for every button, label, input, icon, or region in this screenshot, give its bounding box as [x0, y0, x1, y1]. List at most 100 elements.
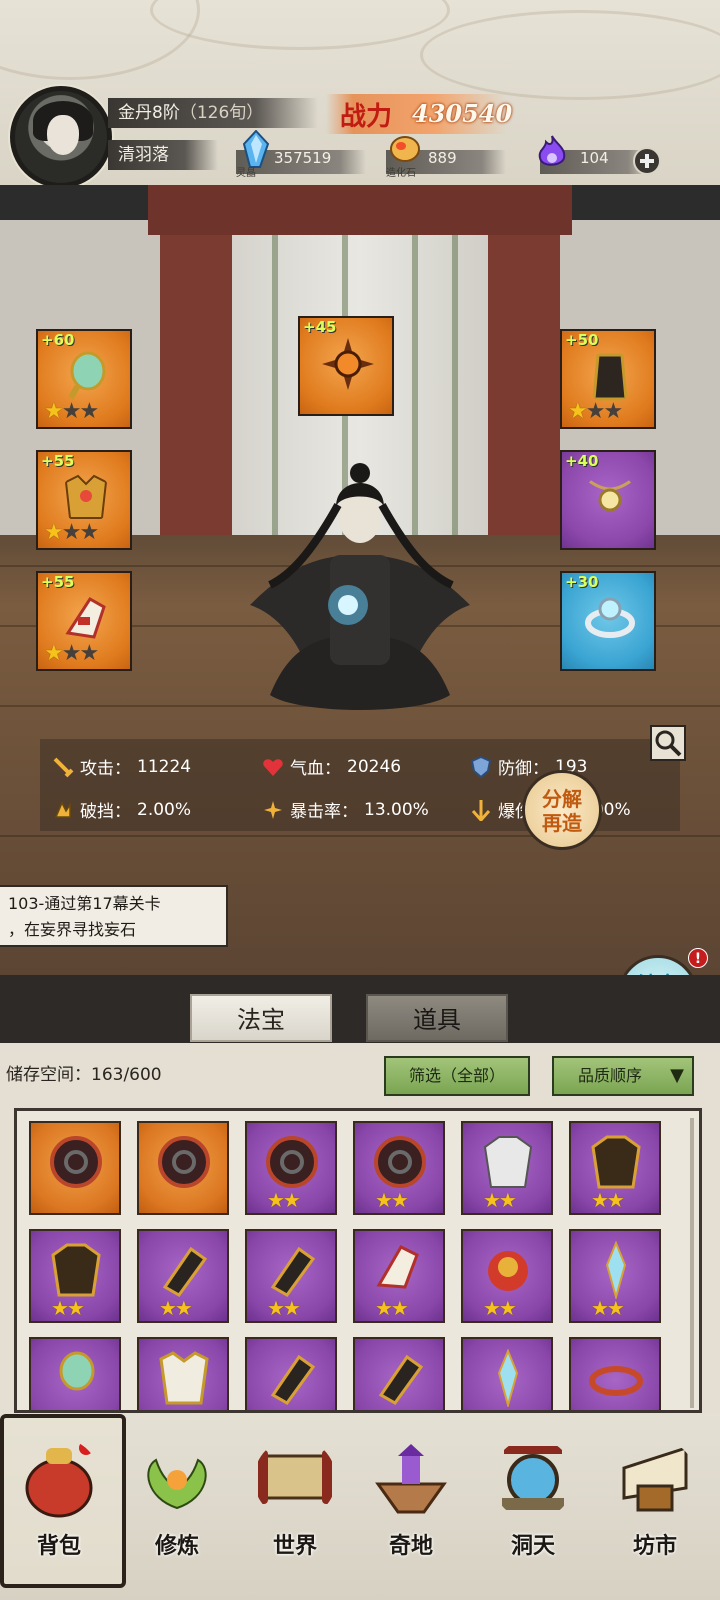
equip-slot-mirror[interactable]: +60 ★★★	[36, 329, 132, 429]
boots-icon	[376, 1245, 419, 1289]
player-avatar[interactable]	[10, 86, 112, 188]
player-name: 清羽落	[118, 145, 169, 165]
star-rating: ★★	[483, 1296, 517, 1320]
equip-level: +55	[41, 452, 75, 470]
mirror-icon	[65, 351, 106, 403]
star-rating: ★★	[267, 1296, 301, 1320]
age-label: （126旬）	[179, 103, 264, 123]
nav-label: 洞天	[510, 1533, 555, 1559]
inventory-item[interactable]: ★★	[461, 1229, 553, 1323]
nav-label: 世界	[272, 1533, 317, 1559]
inventory-item[interactable]	[29, 1337, 121, 1410]
combat-power-label: 战力	[340, 102, 393, 132]
equip-slot-bracer[interactable]: +50 ★★★	[560, 329, 656, 429]
inventory-item[interactable]	[137, 1121, 229, 1215]
notification-badge: !	[688, 948, 708, 968]
nav-item-qidi[interactable]: 奇地	[356, 1428, 466, 1588]
tab-fabao[interactable]: 法宝	[190, 994, 332, 1042]
equip-slot-pendant[interactable]: +40	[560, 450, 656, 550]
pillar-right	[488, 235, 560, 535]
equip-level: +45	[303, 318, 337, 336]
shield-icon	[470, 755, 492, 778]
nav-item-beibao[interactable]: 背包	[0, 1414, 126, 1588]
equip-level: +55	[41, 573, 75, 591]
resource-creation-stone: 889 造化石	[386, 136, 516, 179]
star-rating: ★★★	[44, 641, 99, 666]
resource-spirit-crystal: 357519 灵晶	[236, 130, 366, 179]
add-currency-button[interactable]	[632, 146, 662, 176]
pendant-icon	[587, 478, 633, 512]
stat-attack: 攻击： 11224	[52, 754, 191, 779]
armor-icon	[159, 1351, 209, 1405]
crit-damage-icon	[471, 799, 491, 821]
equip-slot-boots[interactable]: +55 ★★★	[36, 571, 132, 671]
star-rating: ★★	[591, 1296, 625, 1320]
tab-daoju[interactable]: 道具	[366, 994, 508, 1042]
equip-level: +40	[565, 452, 599, 470]
sort-label: 品质顺序	[577, 1066, 642, 1085]
nav-item-dongtian[interactable]: 洞天	[478, 1428, 588, 1588]
decompose-button[interactable]: 分解 再造	[522, 770, 602, 850]
inventory-item[interactable]: ★★	[353, 1121, 445, 1215]
nav-item-xiulian[interactable]: 修炼	[122, 1428, 232, 1588]
tab-bar	[0, 975, 720, 1043]
inventory-item[interactable]	[29, 1121, 121, 1215]
crit-icon	[264, 800, 282, 819]
inventory-item[interactable]: ★★	[137, 1229, 229, 1323]
realm-label: 金丹8阶	[118, 103, 180, 123]
nav-label: 坊市	[632, 1533, 677, 1559]
inventory-item[interactable]	[461, 1337, 553, 1410]
wheel-icon	[50, 1136, 102, 1188]
resource-caption: 造化石	[386, 168, 416, 179]
star-rating: ★★	[267, 1188, 301, 1212]
equip-level: +30	[565, 573, 599, 591]
break-icon	[54, 800, 71, 818]
scroll-map-icon	[258, 1450, 332, 1504]
ring-icon	[589, 1366, 643, 1396]
equip-level: +50	[565, 331, 599, 349]
stat-value: 2.00%	[137, 799, 192, 820]
bracer-icon	[378, 1354, 424, 1405]
wheel-icon	[158, 1136, 210, 1188]
inventory-item[interactable]: ★★	[245, 1121, 337, 1215]
magnifier-icon[interactable]	[650, 725, 686, 761]
crystal-crown-icon	[497, 1349, 519, 1407]
star-rating: ★★★	[44, 399, 99, 424]
equip-slot-talisman[interactable]: +45	[298, 316, 394, 416]
star-rating: ★★	[591, 1188, 625, 1212]
equip-level: +60	[41, 331, 75, 349]
star-rating: ★★	[375, 1188, 409, 1212]
nav-item-shijie[interactable]: 世界	[240, 1428, 350, 1588]
inventory-item[interactable]: ★★	[245, 1229, 337, 1323]
nav-item-fangshi[interactable]: 坊市	[600, 1428, 710, 1588]
inventory-item[interactable]: ★★	[353, 1229, 445, 1323]
inventory-item[interactable]	[569, 1337, 661, 1410]
stat-label: 攻击：	[80, 759, 131, 779]
storage-label: 储存空间：	[6, 1065, 91, 1085]
star-rating: ★★	[159, 1296, 193, 1320]
inventory-item[interactable]: ★★	[29, 1229, 121, 1323]
door-beam	[148, 185, 572, 235]
storage-capacity: 储存空间：163/600	[6, 1060, 162, 1085]
resource-value: 104	[580, 149, 609, 167]
resource-value: 357519	[274, 149, 332, 167]
filter-dropdown[interactable]: 筛选（全部）	[384, 1056, 530, 1096]
sort-dropdown[interactable]: 品质顺序 ▼	[552, 1056, 694, 1096]
inventory-scrollbar[interactable]	[690, 1118, 694, 1408]
inventory-item[interactable]	[137, 1337, 229, 1410]
wheel-icon	[266, 1136, 318, 1188]
talisman-icon	[322, 338, 374, 390]
inventory-item[interactable]: ★★	[569, 1229, 661, 1323]
inventory-item[interactable]: ★★	[569, 1121, 661, 1215]
inventory-item[interactable]	[353, 1337, 445, 1410]
equip-slot-armor[interactable]: +55 ★★★	[36, 450, 132, 550]
nav-label: 修炼	[154, 1533, 199, 1559]
floor-line	[0, 835, 720, 837]
quest-tracker[interactable]: 103-通过第17幕关卡 ，在妄界寻找妄石	[0, 885, 228, 947]
inventory-item[interactable]	[245, 1337, 337, 1410]
equip-slot-ring[interactable]: +30	[560, 571, 656, 671]
sword-icon	[53, 757, 74, 777]
inventory-item[interactable]: ★★	[461, 1121, 553, 1215]
decompose-label-1: 分解	[542, 787, 582, 811]
bracer-icon	[270, 1354, 316, 1405]
